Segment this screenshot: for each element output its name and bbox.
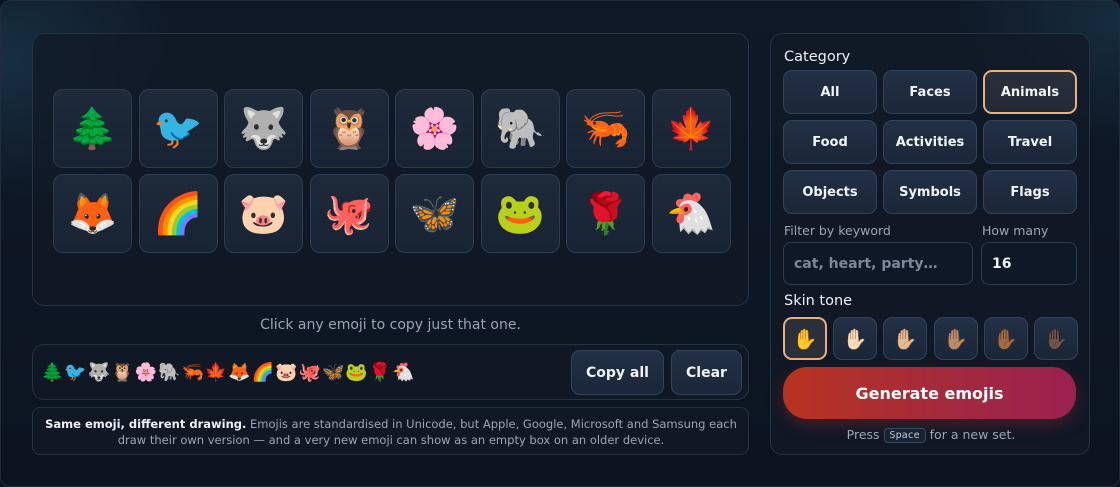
copy-all-button[interactable]: Copy all <box>571 350 664 395</box>
skin-tone-medium-light[interactable]: ✋🏼 <box>883 317 928 360</box>
emoji-tile[interactable]: 🌸 <box>395 89 474 168</box>
emoji-tile[interactable]: 🐦 <box>138 89 218 168</box>
keyboard-hint-prefix: Press <box>846 427 880 442</box>
category-button-travel[interactable]: Travel <box>983 120 1077 164</box>
category-button-symbols[interactable]: Symbols <box>883 170 977 214</box>
category-button-flags[interactable]: Flags <box>983 170 1077 214</box>
emoji-grid-panel: 🌲 🐦 🐺 🦉 🌸 🐘 🦐 🍁 🦊 🌈 🐷 🐙 🦋 🐸 🌹 🐔 <box>32 33 749 306</box>
count-label: How many <box>982 223 1049 238</box>
space-key: Space <box>883 428 926 443</box>
skin-tone-medium-dark[interactable]: ✋🏾 <box>983 317 1028 360</box>
skin-tone-light[interactable]: ✋🏻 <box>833 317 878 360</box>
skin-tone-medium[interactable]: ✋🏽 <box>933 317 978 360</box>
emoji-tile[interactable]: 🐺 <box>224 89 303 168</box>
emoji-tile[interactable]: 🐔 <box>651 174 731 253</box>
category-button-activities[interactable]: Activities <box>883 120 977 164</box>
emoji-generator-app: 🌲 🐦 🐺 🦉 🌸 🐘 🦐 🍁 🦊 🌈 🐷 🐙 🦋 🐸 🌹 🐔 Click an… <box>0 0 1120 487</box>
keyboard-hint-suffix: for a new set. <box>929 427 1016 442</box>
count-input[interactable] <box>981 242 1077 285</box>
emoji-strip[interactable]: 🌲🐦🐺🦉🌸🐘🦐🍁🦊🌈🐷🐙🦋🐸🌹🐔 <box>41 361 416 385</box>
copy-hint: Click any emoji to copy just that one. <box>260 317 521 333</box>
category-button-all[interactable]: All <box>783 70 877 114</box>
keyword-filter-input[interactable] <box>783 242 973 285</box>
category-button-animals[interactable]: Animals <box>983 70 1077 114</box>
emoji-tile[interactable]: 🐘 <box>480 89 560 168</box>
emoji-tile[interactable]: 🦊 <box>53 174 132 253</box>
generate-emojis-button[interactable]: Generate emojis <box>783 367 1076 419</box>
category-grid: All Faces Animals Food Activities Travel… <box>783 70 1077 214</box>
filter-label: Filter by keyword <box>784 223 891 238</box>
emoji-grid: 🌲 🐦 🐺 🦉 🌸 🐘 🦐 🍁 🦊 🌈 🐷 🐙 🦋 🐸 🌹 🐔 <box>53 89 731 253</box>
info-note: Same emoji, different drawing. Emojis ar… <box>32 407 749 455</box>
skin-tone-default[interactable]: ✋ <box>783 317 827 360</box>
emoji-tile[interactable]: 🦉 <box>309 89 389 168</box>
emoji-strip-panel: 🌲🐦🐺🦉🌸🐘🦐🍁🦊🌈🐷🐙🦋🐸🌹🐔 Copy all Clear <box>32 344 749 400</box>
category-button-faces[interactable]: Faces <box>883 70 977 114</box>
emoji-tile[interactable]: 🐸 <box>480 174 560 253</box>
clear-button[interactable]: Clear <box>671 350 742 395</box>
emoji-tile[interactable]: 🌈 <box>138 174 218 253</box>
emoji-tile[interactable]: 🦋 <box>395 174 474 253</box>
category-label: Category <box>784 49 851 65</box>
controls-panel: Category All Faces Animals Food Activiti… <box>770 33 1090 455</box>
skin-tone-label: Skin tone <box>784 293 853 309</box>
category-button-food[interactable]: Food <box>783 120 877 164</box>
emoji-tile[interactable]: 🌹 <box>566 174 645 253</box>
skin-tone-selector: ✋ ✋🏻 ✋🏼 ✋🏽 ✋🏾 ✋🏿 <box>783 317 1078 360</box>
category-button-objects[interactable]: Objects <box>783 170 877 214</box>
emoji-tile[interactable]: 🍁 <box>651 89 731 168</box>
info-note-heading: Same emoji, different drawing. <box>45 417 247 431</box>
info-note-text: Same emoji, different drawing. Emojis ar… <box>41 416 741 448</box>
skin-tone-dark[interactable]: ✋🏿 <box>1033 317 1078 360</box>
emoji-tile[interactable]: 🐷 <box>224 174 303 253</box>
keyboard-hint: Press Space for a new set. <box>771 427 1091 443</box>
emoji-tile[interactable]: 🦐 <box>566 89 645 168</box>
emoji-tile[interactable]: 🐙 <box>309 174 389 253</box>
emoji-tile[interactable]: 🌲 <box>53 89 132 168</box>
